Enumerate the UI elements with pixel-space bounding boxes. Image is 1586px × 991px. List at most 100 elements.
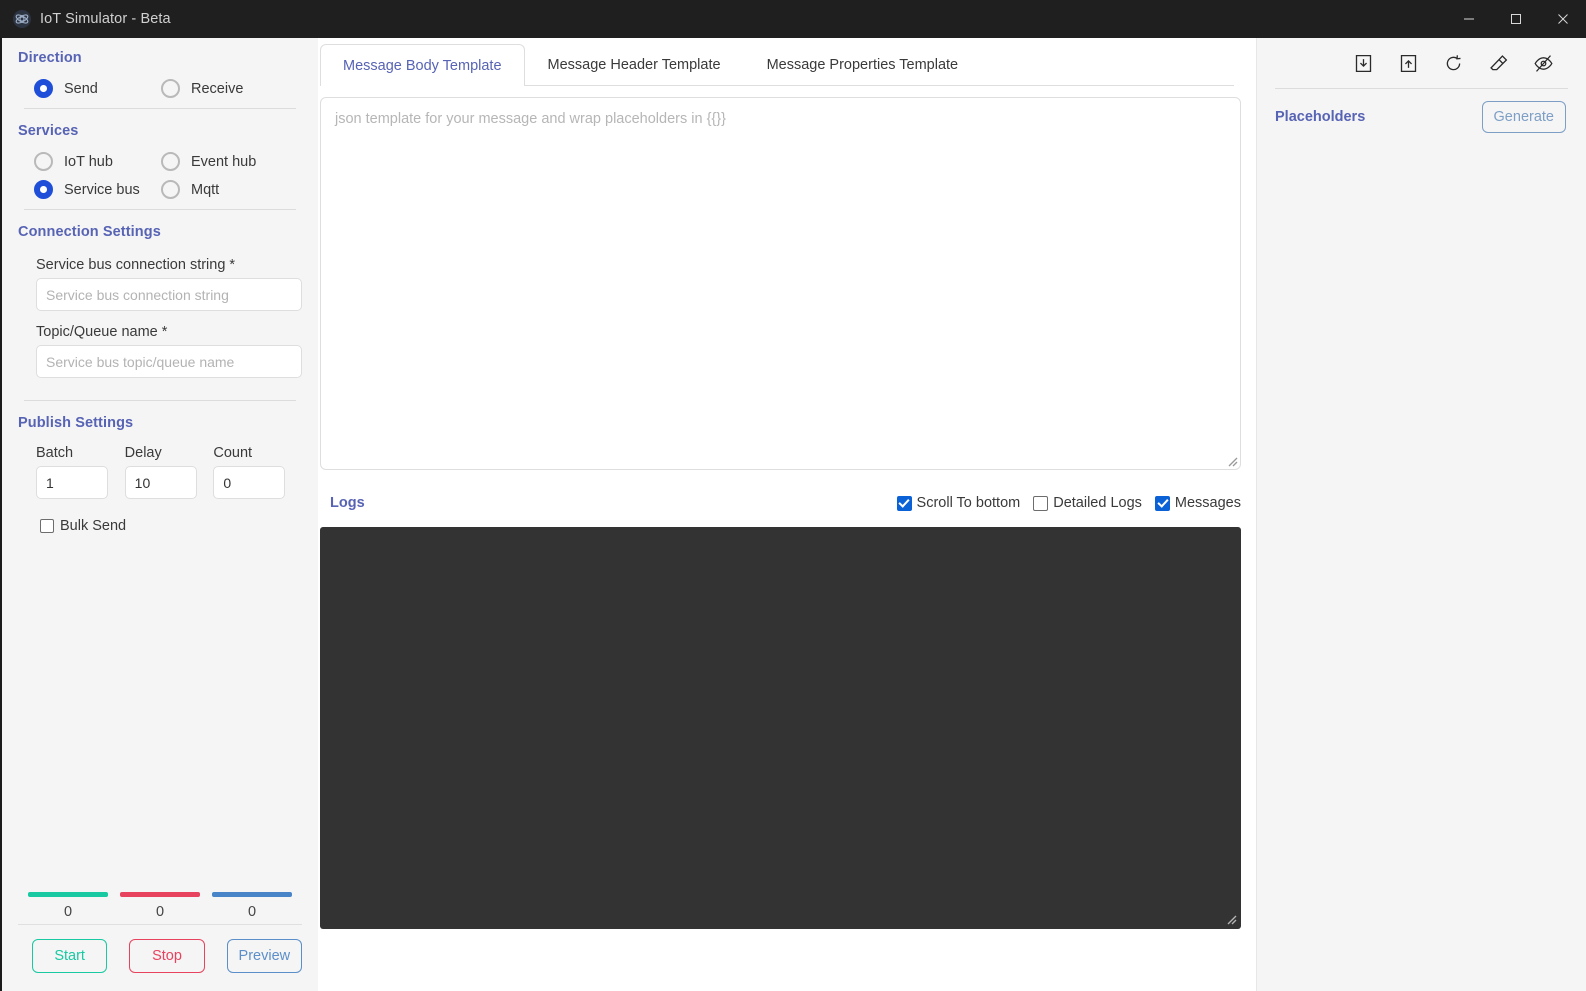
counter-value-error: 0	[155, 904, 165, 920]
radio-option-receive[interactable]: Receive	[145, 79, 272, 98]
scroll-to-bottom-label: Scroll To bottom	[916, 495, 1021, 511]
radio-indicator-send[interactable]	[34, 79, 53, 98]
radio-indicator-service-bus[interactable]	[34, 180, 53, 199]
placeholders-title: Placeholders	[1275, 109, 1366, 125]
radio-indicator-mqtt[interactable]	[161, 180, 180, 199]
logs-checkbox-group: Scroll To bottom Detailed Logs Messages	[896, 495, 1241, 511]
settings-sidebar: Direction Send Receive Services IoT hub	[2, 38, 318, 991]
messages-checkbox[interactable]	[1154, 495, 1170, 511]
radio-option-iot-hub[interactable]: IoT hub	[18, 152, 145, 171]
main-content: Message Body Template Message Header Tem…	[318, 38, 1256, 991]
count-input[interactable]	[213, 466, 286, 499]
logs-toolbar: Logs Scroll To bottom Detailed Logs Mess…	[320, 488, 1241, 518]
batch-field-group: Batch	[36, 445, 125, 499]
app-window: IoT Simulator - Beta Direction Send Rece…	[0, 0, 1586, 991]
services-radio-group-row2: Service bus Mqtt	[18, 180, 302, 199]
minimize-button[interactable]	[1445, 0, 1492, 38]
app-icon	[13, 10, 31, 28]
preview-button[interactable]: Preview	[226, 939, 302, 973]
divider-direction	[24, 108, 296, 109]
title-bar: IoT Simulator - Beta	[0, 0, 1586, 38]
bulk-send-checkbox[interactable]	[40, 519, 54, 533]
logs-panel-wrapper	[320, 527, 1241, 929]
delay-label: Delay	[124, 445, 162, 461]
direction-heading: Direction	[18, 50, 82, 66]
radio-label-send: Send	[64, 80, 98, 97]
publish-settings-fields: Batch Delay Count	[36, 445, 302, 499]
counters-row: 0 0 0	[18, 892, 302, 920]
maximize-button[interactable]	[1492, 0, 1539, 38]
radio-label-event-hub: Event hub	[191, 153, 257, 170]
tab-message-body-template[interactable]: Message Body Template	[320, 44, 525, 86]
divider-services	[24, 209, 296, 210]
tab-message-properties-template[interactable]: Message Properties Template	[744, 44, 982, 85]
placeholders-list	[1257, 133, 1586, 991]
window-title: IoT Simulator - Beta	[40, 11, 171, 27]
messages-label: Messages	[1174, 495, 1241, 511]
counter-info: 0	[206, 892, 298, 920]
services-radio-group-row1: IoT hub Event hub	[18, 152, 302, 171]
counter-bar-info	[212, 892, 292, 897]
logs-heading: Logs	[330, 495, 365, 511]
connection-settings-heading: Connection Settings	[18, 224, 161, 240]
counter-value-info: 0	[247, 904, 257, 920]
radio-option-event-hub[interactable]: Event hub	[145, 152, 272, 171]
counter-bar-error	[120, 892, 200, 897]
download-icon[interactable]	[1353, 53, 1374, 74]
delay-field-group: Delay	[124, 445, 214, 499]
radio-label-mqtt: Mqtt	[191, 181, 220, 198]
template-editor-textarea[interactable]	[320, 97, 1241, 470]
detailed-logs-label: Detailed Logs	[1053, 495, 1142, 511]
services-heading: Services	[18, 123, 79, 139]
action-buttons-row: Start Stop Preview	[18, 924, 302, 991]
radio-option-mqtt[interactable]: Mqtt	[145, 180, 272, 199]
stop-button[interactable]: Stop	[129, 939, 205, 973]
upload-icon[interactable]	[1398, 53, 1419, 74]
placeholders-panel: Placeholders Generate	[1256, 38, 1586, 991]
bulk-send-checkbox-row[interactable]: Bulk Send	[40, 518, 302, 534]
count-field-group: Count	[213, 445, 302, 499]
count-label: Count	[213, 445, 253, 461]
template-editor-area	[320, 97, 1241, 470]
detailed-logs-checkbox-row[interactable]: Detailed Logs	[1033, 495, 1142, 511]
generate-button[interactable]: Generate	[1481, 101, 1566, 133]
connection-string-input[interactable]	[36, 278, 302, 311]
messages-checkbox-row[interactable]: Messages	[1154, 495, 1241, 511]
eye-off-icon[interactable]	[1533, 53, 1554, 74]
refresh-icon[interactable]	[1443, 53, 1464, 74]
counter-bar-success	[28, 892, 108, 897]
radio-option-send[interactable]: Send	[18, 79, 145, 98]
scroll-to-bottom-checkbox[interactable]	[896, 495, 912, 511]
scroll-to-bottom-checkbox-row[interactable]: Scroll To bottom	[896, 495, 1021, 511]
publish-settings-heading: Publish Settings	[18, 415, 134, 431]
radio-indicator-event-hub[interactable]	[161, 152, 180, 171]
topic-queue-name-input[interactable]	[36, 345, 302, 378]
tab-message-header-template[interactable]: Message Header Template	[525, 44, 744, 85]
radio-option-service-bus[interactable]: Service bus	[18, 180, 145, 199]
counter-success: 0	[22, 892, 114, 920]
logs-resize-grip-icon	[1227, 915, 1237, 925]
detailed-logs-checkbox[interactable]	[1033, 495, 1049, 511]
counter-error: 0	[114, 892, 206, 920]
eraser-icon[interactable]	[1488, 53, 1509, 74]
topic-queue-name-label: Topic/Queue name *	[36, 324, 168, 340]
radio-label-iot-hub: IoT hub	[64, 153, 113, 170]
window-body: Direction Send Receive Services IoT hub	[0, 38, 1586, 991]
delay-input[interactable]	[124, 466, 197, 499]
direction-radio-group: Send Receive	[18, 79, 302, 98]
radio-label-service-bus: Service bus	[64, 181, 140, 198]
batch-input[interactable]	[36, 466, 108, 499]
radio-indicator-receive[interactable]	[161, 79, 180, 98]
connection-string-label: Service bus connection string *	[36, 257, 236, 273]
placeholders-toolbar	[1257, 38, 1586, 88]
close-button[interactable]	[1539, 0, 1586, 38]
divider-connection	[24, 400, 296, 401]
radio-label-receive: Receive	[191, 80, 244, 97]
radio-indicator-iot-hub[interactable]	[34, 152, 53, 171]
batch-label: Batch	[36, 445, 74, 461]
logs-output-panel[interactable]	[320, 527, 1241, 929]
bulk-send-label: Bulk Send	[60, 518, 127, 534]
start-button[interactable]: Start	[32, 939, 108, 973]
counter-value-success: 0	[63, 904, 73, 920]
